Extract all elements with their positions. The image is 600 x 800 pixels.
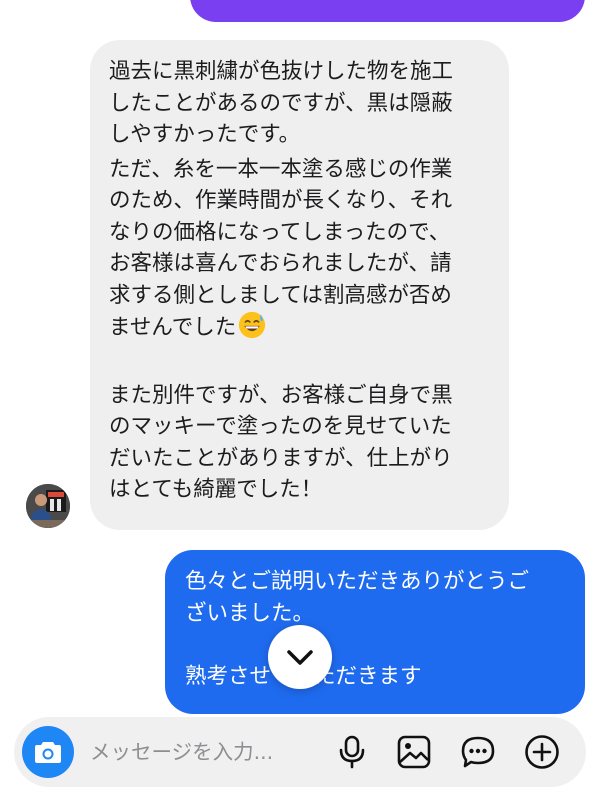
message-input[interactable] [90, 732, 320, 772]
image-icon [397, 735, 431, 769]
incoming-message-bubble: 過去に黒刺繍が色抜けした物を施工 したことがあるのですが、黒は隠蔽 しやすかった… [90, 40, 509, 530]
plus-circle-icon [525, 735, 559, 769]
avatar-image [26, 484, 70, 528]
message-paragraph: ただ、糸を一本一本塗る感じの作業 のため、作業時間が長くなり、それ なりの価格に… [109, 154, 491, 344]
more-options-button[interactable] [522, 732, 562, 772]
message-text: ただ、糸を一本一本塗る感じの作業 のため、作業時間が長くなり、それ なりの価格に… [109, 156, 453, 341]
camera-icon [35, 742, 61, 763]
camera-button[interactable] [22, 726, 74, 778]
scroll-to-bottom-button[interactable] [268, 625, 332, 689]
message-paragraph: 熟考させていただきます [185, 661, 569, 693]
sweat-smile-emoji [239, 311, 266, 339]
previous-message-bubble [190, 0, 585, 22]
sticker-chat-icon [461, 736, 495, 768]
message-paragraph: 過去に黒刺繍が色抜けした物を施工 したことがあるのですが、黒は隠蔽 しやすかった… [109, 59, 454, 147]
sticker-button[interactable] [458, 732, 498, 772]
avatar[interactable] [26, 484, 70, 528]
message-paragraph: また別件ですが、お客様ご自身で黒 のマッキーで塗ったのを見せていた だいたことが… [109, 382, 453, 503]
microphone-icon [339, 735, 365, 769]
microphone-button[interactable] [332, 732, 372, 772]
message-paragraph: 色々とご説明いただきありがとうご ざいました。 [185, 569, 530, 626]
outgoing-message-bubble: 色々とご説明いただきありがとうご ざいました。 熟考させていただきます [165, 550, 585, 714]
chevron-down-icon [287, 650, 313, 665]
gallery-button[interactable] [394, 732, 434, 772]
